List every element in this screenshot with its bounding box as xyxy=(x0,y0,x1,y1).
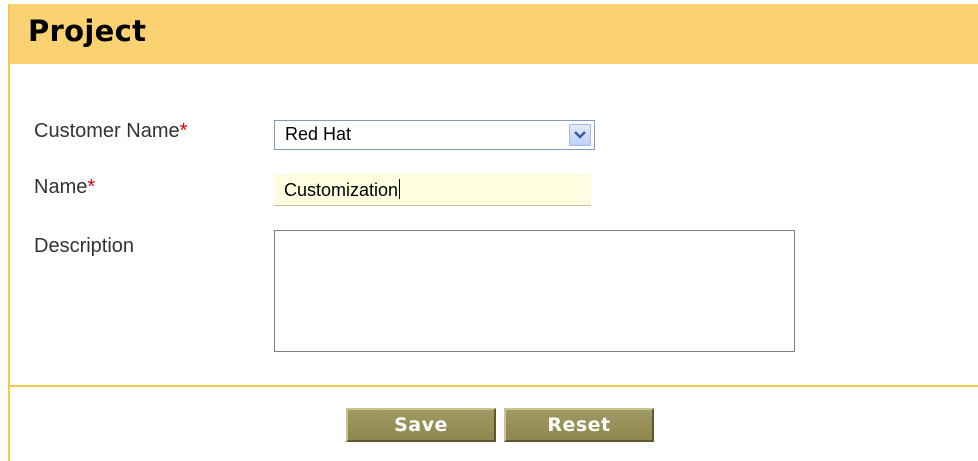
customer-name-label: Customer Name* xyxy=(34,120,188,142)
required-marker: * xyxy=(179,120,188,142)
text-caret xyxy=(399,179,401,199)
customer-name-selected-value: Red Hat xyxy=(285,124,352,144)
name-label: Name* xyxy=(34,176,96,198)
dropdown-button[interactable] xyxy=(569,124,591,146)
reset-button[interactable]: Reset xyxy=(504,408,654,442)
project-panel: Project Customer Name* Red Hat Name* Cus… xyxy=(8,4,978,461)
name-field[interactable]: Customization xyxy=(274,174,591,206)
description-label: Description xyxy=(34,235,135,257)
save-button[interactable]: Save xyxy=(346,408,496,442)
required-marker: * xyxy=(87,176,96,198)
form-divider xyxy=(10,385,978,387)
chevron-down-icon xyxy=(574,131,586,139)
panel-header: Project xyxy=(10,4,978,64)
customer-name-select[interactable]: Red Hat xyxy=(274,120,595,150)
description-textarea[interactable] xyxy=(274,230,795,352)
page-title: Project xyxy=(28,14,147,48)
name-field-value: Customization xyxy=(284,179,401,200)
